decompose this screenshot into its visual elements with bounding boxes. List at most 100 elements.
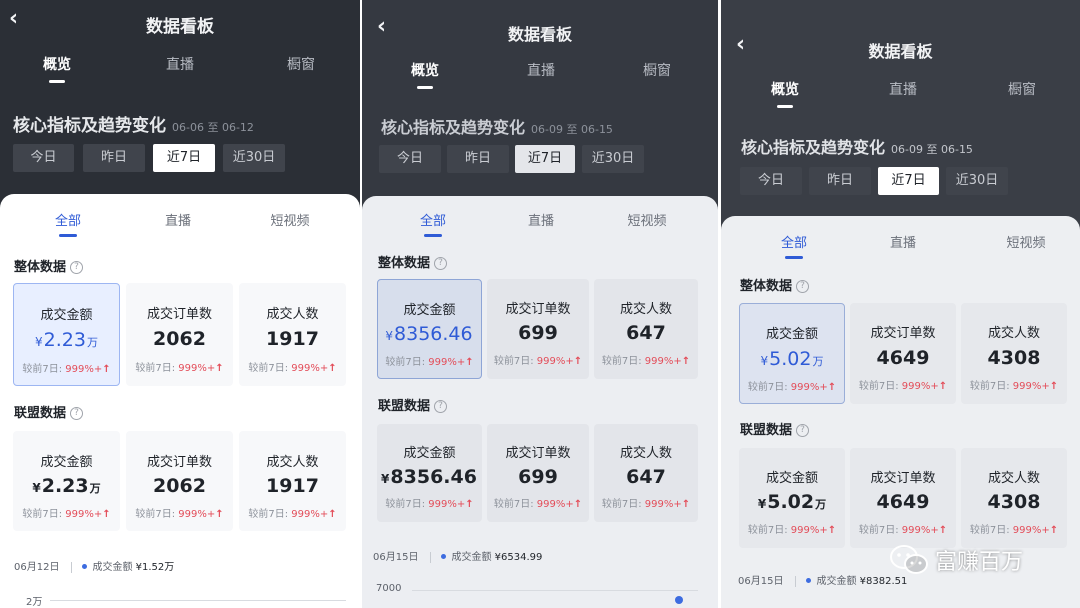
help-icon[interactable]: ? xyxy=(434,257,448,270)
subtab-all[interactable]: 全部 xyxy=(33,210,103,237)
subtab-live[interactable]: 直播 xyxy=(143,210,213,229)
help-icon[interactable]: ? xyxy=(70,261,84,274)
metric-value: ¥8356.46 xyxy=(377,466,482,488)
period-yesterday-button[interactable]: 昨日 xyxy=(447,145,509,173)
period-7day-button[interactable]: 近7日 xyxy=(515,145,575,173)
up-arrow-icon: ↑ xyxy=(215,509,224,520)
chart-point[interactable] xyxy=(675,596,683,604)
metric-value: ¥5.02万 xyxy=(739,491,845,513)
metric-card-gmv[interactable]: 成交金额 ¥5.02万 较前7日: 999%+↑ xyxy=(739,303,845,404)
compare-percent: 999%+ xyxy=(65,364,103,375)
alliance-card-gmv[interactable]: 成交金额 ¥2.23万 较前7日: 999%+↑ xyxy=(13,431,120,531)
period-30day-button[interactable]: 近30日 xyxy=(582,145,644,173)
metric-compare: 较前7日: 999%+↑ xyxy=(961,377,1067,392)
compare-percent: 999%+ xyxy=(428,499,466,510)
alliance-card-buyers[interactable]: 成交人数 647 较前7日: 999%+↑ xyxy=(594,424,698,522)
metric-number: 2.23 xyxy=(43,329,86,351)
metric-compare: 较前7日: 999%+↑ xyxy=(850,521,956,536)
help-icon[interactable]: ? xyxy=(70,407,84,420)
compare-label: 较前7日: xyxy=(385,499,429,510)
tab-showcase[interactable]: 橱窗 xyxy=(987,79,1057,99)
tooltip-metric: 成交金额 xyxy=(92,562,133,573)
alliance-card-orders[interactable]: 成交订单数 4649 较前7日: 999%+↑ xyxy=(850,448,956,548)
tab-overview[interactable]: 概览 xyxy=(390,60,460,89)
grid-line xyxy=(412,590,698,591)
up-arrow-icon: ↑ xyxy=(328,509,337,520)
subtab-short-video[interactable]: 短视频 xyxy=(255,210,325,229)
metric-card-orders[interactable]: 成交订单数 2062 较前7日: 999%+↑ xyxy=(126,283,233,386)
alliance-card-buyers[interactable]: 成交人数 1917 较前7日: 999%+↑ xyxy=(239,431,346,531)
metric-compare: 较前7日: 999%+↑ xyxy=(126,505,233,520)
metric-value: ¥2.23万 xyxy=(13,475,120,497)
legend-dot-icon xyxy=(806,578,812,583)
alliance-card-orders[interactable]: 成交订单数 699 较前7日: 999%+↑ xyxy=(487,424,589,522)
alliance-card-gmv[interactable]: 成交金额 ¥5.02万 较前7日: 999%+↑ xyxy=(739,448,845,548)
metric-label: 成交人数 xyxy=(266,455,319,470)
period-today-button[interactable]: 今日 xyxy=(379,145,441,173)
metric-card-buyers[interactable]: 成交人数 4308 较前7日: 999%+↑ xyxy=(961,303,1067,404)
help-icon[interactable]: ? xyxy=(434,400,448,413)
metric-card-buyers[interactable]: 成交人数 647 较前7日: 999%+↑ xyxy=(594,279,698,379)
alliance-card-orders[interactable]: 成交订单数 2062 较前7日: 999%+↑ xyxy=(126,431,233,531)
metric-label: 成交人数 xyxy=(619,446,672,461)
up-arrow-icon: ↑ xyxy=(328,363,337,374)
period-today-button[interactable]: 今日 xyxy=(740,167,802,195)
up-arrow-icon: ↑ xyxy=(102,364,111,375)
period-7day-button[interactable]: 近7日 xyxy=(878,167,939,195)
metric-card-gmv[interactable]: 成交金额 ¥8356.46 较前7日: 999%+↑ xyxy=(377,279,482,379)
metric-compare: 较前7日: 999%+↑ xyxy=(594,495,698,510)
overall-data-label: 整体数据 xyxy=(378,256,431,271)
help-icon[interactable]: ? xyxy=(796,424,810,437)
metric-value: 4308 xyxy=(987,347,1041,369)
subtab-short-video[interactable]: 短视频 xyxy=(612,210,682,229)
alliance-card-gmv[interactable]: 成交金额 ¥8356.46 较前7日: 999%+↑ xyxy=(377,424,482,522)
metric-label: 成交金额 xyxy=(40,308,93,323)
top-tabs: 概览 直播 橱窗 xyxy=(721,79,1080,109)
subtab-short-video[interactable]: 短视频 xyxy=(991,232,1061,251)
metric-card-orders[interactable]: 成交订单数 699 较前7日: 999%+↑ xyxy=(487,279,589,379)
metric-value: 647 xyxy=(626,322,666,344)
period-yesterday-button[interactable]: 昨日 xyxy=(83,144,145,172)
metric-card-buyers[interactable]: 成交人数 1917 较前7日: 999%+↑ xyxy=(239,283,346,386)
subtab-live[interactable]: 直播 xyxy=(868,232,938,251)
tab-live[interactable]: 直播 xyxy=(868,79,938,99)
metric-card-gmv[interactable]: 成交金额 ¥2.23万 较前7日: 999%+↑ xyxy=(13,283,120,386)
date-range: 06-09 至 06-15 xyxy=(531,123,613,136)
compare-label: 较前7日: xyxy=(385,357,429,368)
metric-card-orders[interactable]: 成交订单数 4649 较前7日: 999%+↑ xyxy=(850,303,956,404)
tab-overview[interactable]: 概览 xyxy=(750,79,820,108)
compare-label: 较前7日: xyxy=(22,364,66,375)
subtab-live[interactable]: 直播 xyxy=(506,210,576,229)
period-today-button[interactable]: 今日 xyxy=(13,144,74,172)
tab-showcase[interactable]: 橱窗 xyxy=(622,60,692,80)
up-arrow-icon: ↑ xyxy=(938,381,948,392)
metric-value: 1917 xyxy=(266,475,319,497)
divider xyxy=(71,561,73,573)
alliance-data-title: 联盟数据? xyxy=(378,395,448,414)
tab-live[interactable]: 直播 xyxy=(506,60,576,80)
alliance-card-buyers[interactable]: 成交人数 4308 较前7日: 999%+↑ xyxy=(961,448,1067,548)
period-30day-button[interactable]: 近30日 xyxy=(223,144,285,172)
compare-percent: 999%+ xyxy=(65,509,103,520)
tab-showcase[interactable]: 橱窗 xyxy=(266,54,336,74)
up-arrow-icon: ↑ xyxy=(465,499,474,510)
metrics-card: 全部 直播 短视频 整体数据? 成交金额 ¥2.23万 较前7日: 999%+↑… xyxy=(0,194,360,608)
tab-live[interactable]: 直播 xyxy=(145,54,215,74)
metric-label: 成交订单数 xyxy=(870,471,936,486)
help-icon[interactable]: ? xyxy=(796,280,810,293)
metric-label: 成交金额 xyxy=(765,471,818,486)
metric-unit: 万 xyxy=(86,336,98,349)
metric-label: 成交人数 xyxy=(987,471,1040,486)
tab-overview[interactable]: 概览 xyxy=(22,54,92,83)
date-range: 06-09 至 06-15 xyxy=(891,143,973,156)
subtab-all[interactable]: 全部 xyxy=(398,210,468,237)
period-30day-button[interactable]: 近30日 xyxy=(946,167,1008,195)
period-yesterday-button[interactable]: 昨日 xyxy=(809,167,871,195)
period-7day-button[interactable]: 近7日 xyxy=(153,144,215,172)
metric-label: 成交订单数 xyxy=(146,307,212,322)
tooltip-date: 06月15日 xyxy=(373,552,419,563)
compare-label: 较前7日: xyxy=(135,363,179,374)
subtab-all[interactable]: 全部 xyxy=(759,232,829,259)
compare-percent: 999%+ xyxy=(291,509,329,520)
metric-value: 4308 xyxy=(987,491,1041,513)
